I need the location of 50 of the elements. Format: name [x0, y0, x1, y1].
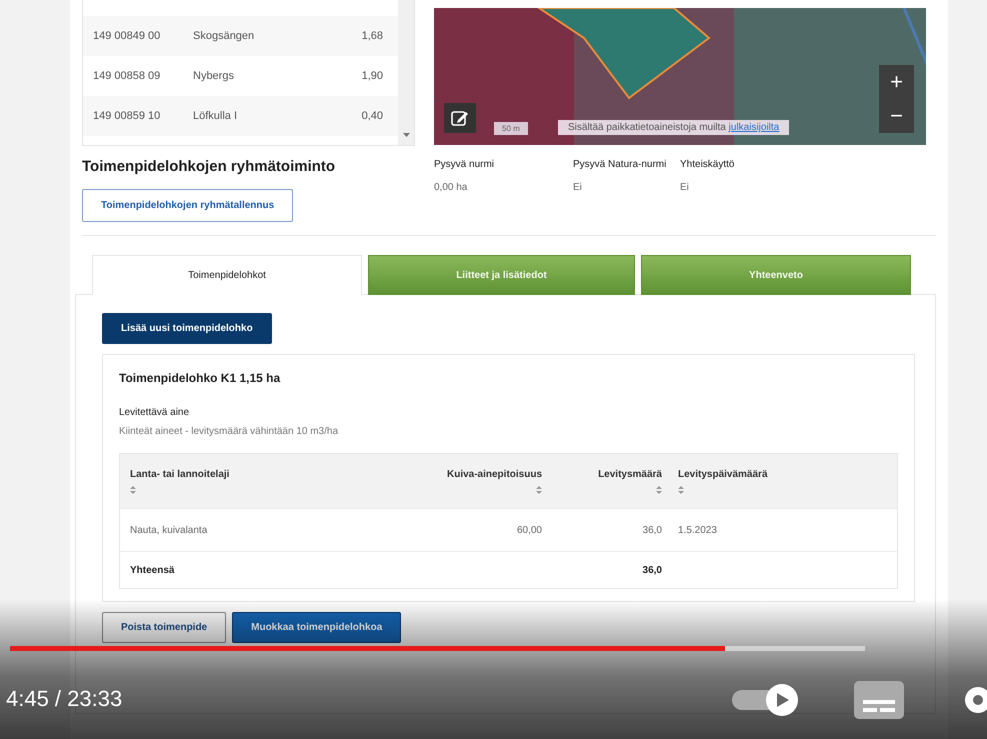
- parcel-area: 1,68: [323, 30, 383, 42]
- parcel-id: 149 00858 09: [93, 70, 162, 82]
- field-value: Ei: [680, 182, 690, 193]
- column-header[interactable]: Lanta- tai lannoitelaji: [130, 468, 230, 480]
- parcel-name: Nybergs: [193, 70, 235, 82]
- parcel-id: 149 00859 10: [93, 110, 162, 122]
- map-attribution: Sisältää paikkatietoaineistoja muilta julkaisijoilta: [558, 120, 790, 135]
- column-header[interactable]: Levitysmäärä: [598, 468, 662, 480]
- column-header[interactable]: Kuiva-ainepitoisuus: [446, 468, 542, 480]
- table-row[interactable]: 149 00849 00 Skogsängen 1,68: [83, 16, 398, 56]
- sort-icon[interactable]: [130, 486, 136, 494]
- progress-track[interactable]: [10, 646, 865, 651]
- total-label: Yhteensä: [129, 564, 176, 576]
- sort-icon[interactable]: [656, 486, 662, 494]
- field-value: Kiinteät aineet - levitysmäärä vähintään 10 m3/ha: [119, 426, 340, 437]
- sort-icon[interactable]: [536, 486, 542, 494]
- block-title: Toimenpidelohko K1 1,15 ha: [119, 371, 282, 385]
- parcel-area: 0,40: [323, 110, 383, 122]
- field-value: Ei: [573, 182, 583, 193]
- field-label: Pysyvä Natura-nurmi: [573, 159, 668, 170]
- column-header[interactable]: Levityspäivämäärä: [678, 468, 768, 480]
- publishers-link[interactable]: julkaisijoilta: [728, 122, 780, 133]
- sort-icon[interactable]: [678, 486, 684, 494]
- captions-icon[interactable]: [853, 680, 905, 720]
- field-value: 0,00 ha: [434, 182, 468, 193]
- parcel-id: 149 00849 00: [93, 30, 162, 42]
- parcel-name: Skogsängen: [193, 30, 256, 42]
- field-label: Pysyvä nurmi: [434, 159, 496, 170]
- section-heading: Toimenpidelohkojen ryhmätoiminto: [82, 158, 336, 175]
- total-value: 36,0: [642, 564, 663, 576]
- edit-button[interactable]: [444, 103, 476, 133]
- parcel-name: Löfkulla I: [193, 110, 238, 122]
- table-cell-text: 60,00: [516, 524, 543, 536]
- scroll-down-icon[interactable]: [402, 133, 410, 137]
- delete-button[interactable]: Poista toimenpide: [102, 612, 226, 643]
- edit-icon: [451, 109, 469, 127]
- field-label: Yhteiskäyttö: [680, 159, 736, 170]
- group-save-button[interactable]: Toimenpidelohkojen ryhmätallennus: [82, 189, 294, 222]
- field-label: Levitettävä aine: [119, 407, 190, 418]
- add-block-button[interactable]: Lisää uusi toimenpidelohko: [102, 313, 272, 344]
- table-cell-text: 36,0: [642, 524, 663, 536]
- edit-block-button[interactable]: Muokkaa toimenpidelohkoa: [232, 612, 402, 643]
- tab[interactable]: Toimenpidelohkot: [92, 255, 362, 295]
- parcel-area: 1,90: [323, 70, 383, 82]
- table-cell-text: 1.5.2023: [677, 524, 718, 536]
- table-row[interactable]: 149 00859 10 Löfkulla I 0,40: [83, 96, 398, 136]
- scrollbar[interactable]: [398, 0, 414, 145]
- map-scale: 50 m: [494, 122, 528, 135]
- table-cell-text: Nauta, kuivalanta: [129, 524, 208, 536]
- video-time: 4:45 / 23:33: [6, 686, 122, 712]
